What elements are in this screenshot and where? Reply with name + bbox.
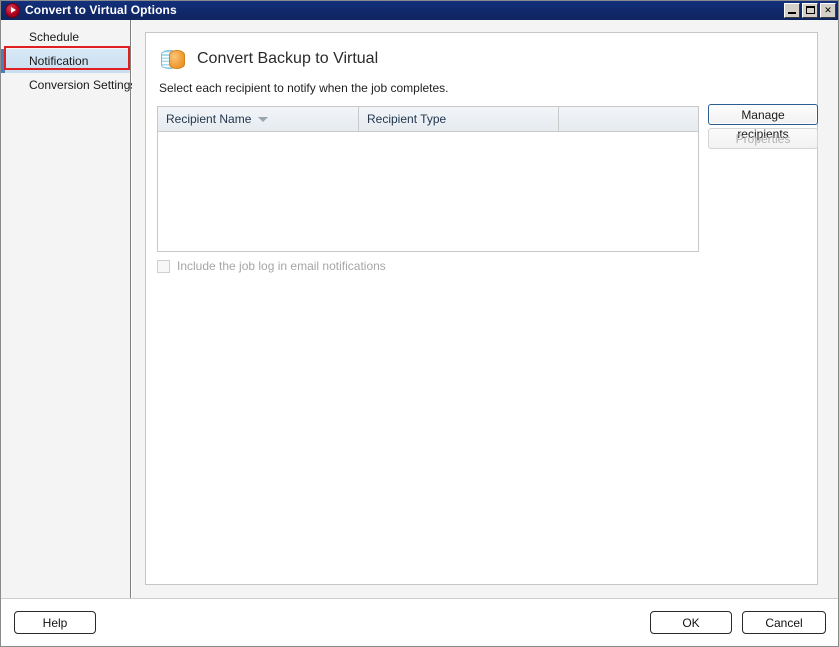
recipients-grid[interactable]: Recipient Name Recipient Type (157, 106, 699, 252)
title-bar: Convert to Virtual Options ✕ (1, 1, 838, 20)
sidebar-item-label: Schedule (29, 30, 80, 44)
include-job-log-checkbox[interactable] (157, 259, 170, 273)
sidebar-item-label: Conversion Settings (29, 78, 137, 92)
database-convert-icon (160, 47, 186, 71)
cancel-button[interactable]: Cancel (742, 611, 826, 634)
content-area: Convert Backup to Virtual Select each re… (132, 20, 838, 598)
page-subtitle: Select each recipient to notify when the… (159, 81, 449, 95)
minimize-icon (788, 12, 796, 14)
column-header-recipient-type[interactable]: Recipient Type (359, 107, 559, 131)
column-header-blank[interactable] (559, 107, 698, 131)
manage-recipients-button[interactable]: Manage recipients (708, 104, 818, 141)
record-circle-icon (5, 3, 20, 18)
maximize-icon (806, 6, 815, 14)
close-button[interactable]: ✕ (820, 3, 836, 18)
grid-body-empty[interactable] (158, 132, 698, 251)
panel-header: Convert Backup to Virtual (160, 47, 378, 71)
include-job-log-row[interactable]: Include the job log in email notificatio… (157, 259, 386, 273)
sort-descending-icon (258, 116, 269, 122)
window-title: Convert to Virtual Options (25, 3, 177, 17)
grid-action-buttons: Manage recipients Properties (708, 104, 818, 149)
close-icon: ✕ (824, 5, 832, 15)
column-header-label: Recipient Name (166, 112, 252, 126)
ok-button[interactable]: OK (650, 611, 732, 634)
properties-button[interactable]: Properties (708, 128, 818, 149)
sidebar-item-conversion-settings[interactable]: Conversion Settings (1, 73, 136, 97)
notification-panel: Convert Backup to Virtual Select each re… (145, 32, 818, 585)
column-header-recipient-name[interactable]: Recipient Name (158, 107, 359, 131)
page-title: Convert Backup to Virtual (197, 50, 379, 67)
help-button[interactable]: Help (14, 611, 96, 634)
minimize-button[interactable] (784, 3, 800, 18)
include-job-log-label: Include the job log in email notificatio… (177, 259, 386, 273)
grid-header-row: Recipient Name Recipient Type (158, 107, 698, 132)
sidebar-navigation: Schedule Notification Conversion Setting… (1, 20, 136, 598)
sidebar-item-label: Notification (29, 54, 89, 68)
sidebar-item-notification[interactable]: Notification (1, 49, 130, 73)
window-controls: ✕ (784, 3, 836, 18)
sidebar-item-schedule[interactable]: Schedule (1, 25, 130, 49)
convert-to-virtual-options-dialog: Convert to Virtual Options ✕ Schedule No… (0, 0, 839, 647)
column-header-label: Recipient Type (367, 112, 447, 126)
maximize-button[interactable] (802, 3, 818, 18)
